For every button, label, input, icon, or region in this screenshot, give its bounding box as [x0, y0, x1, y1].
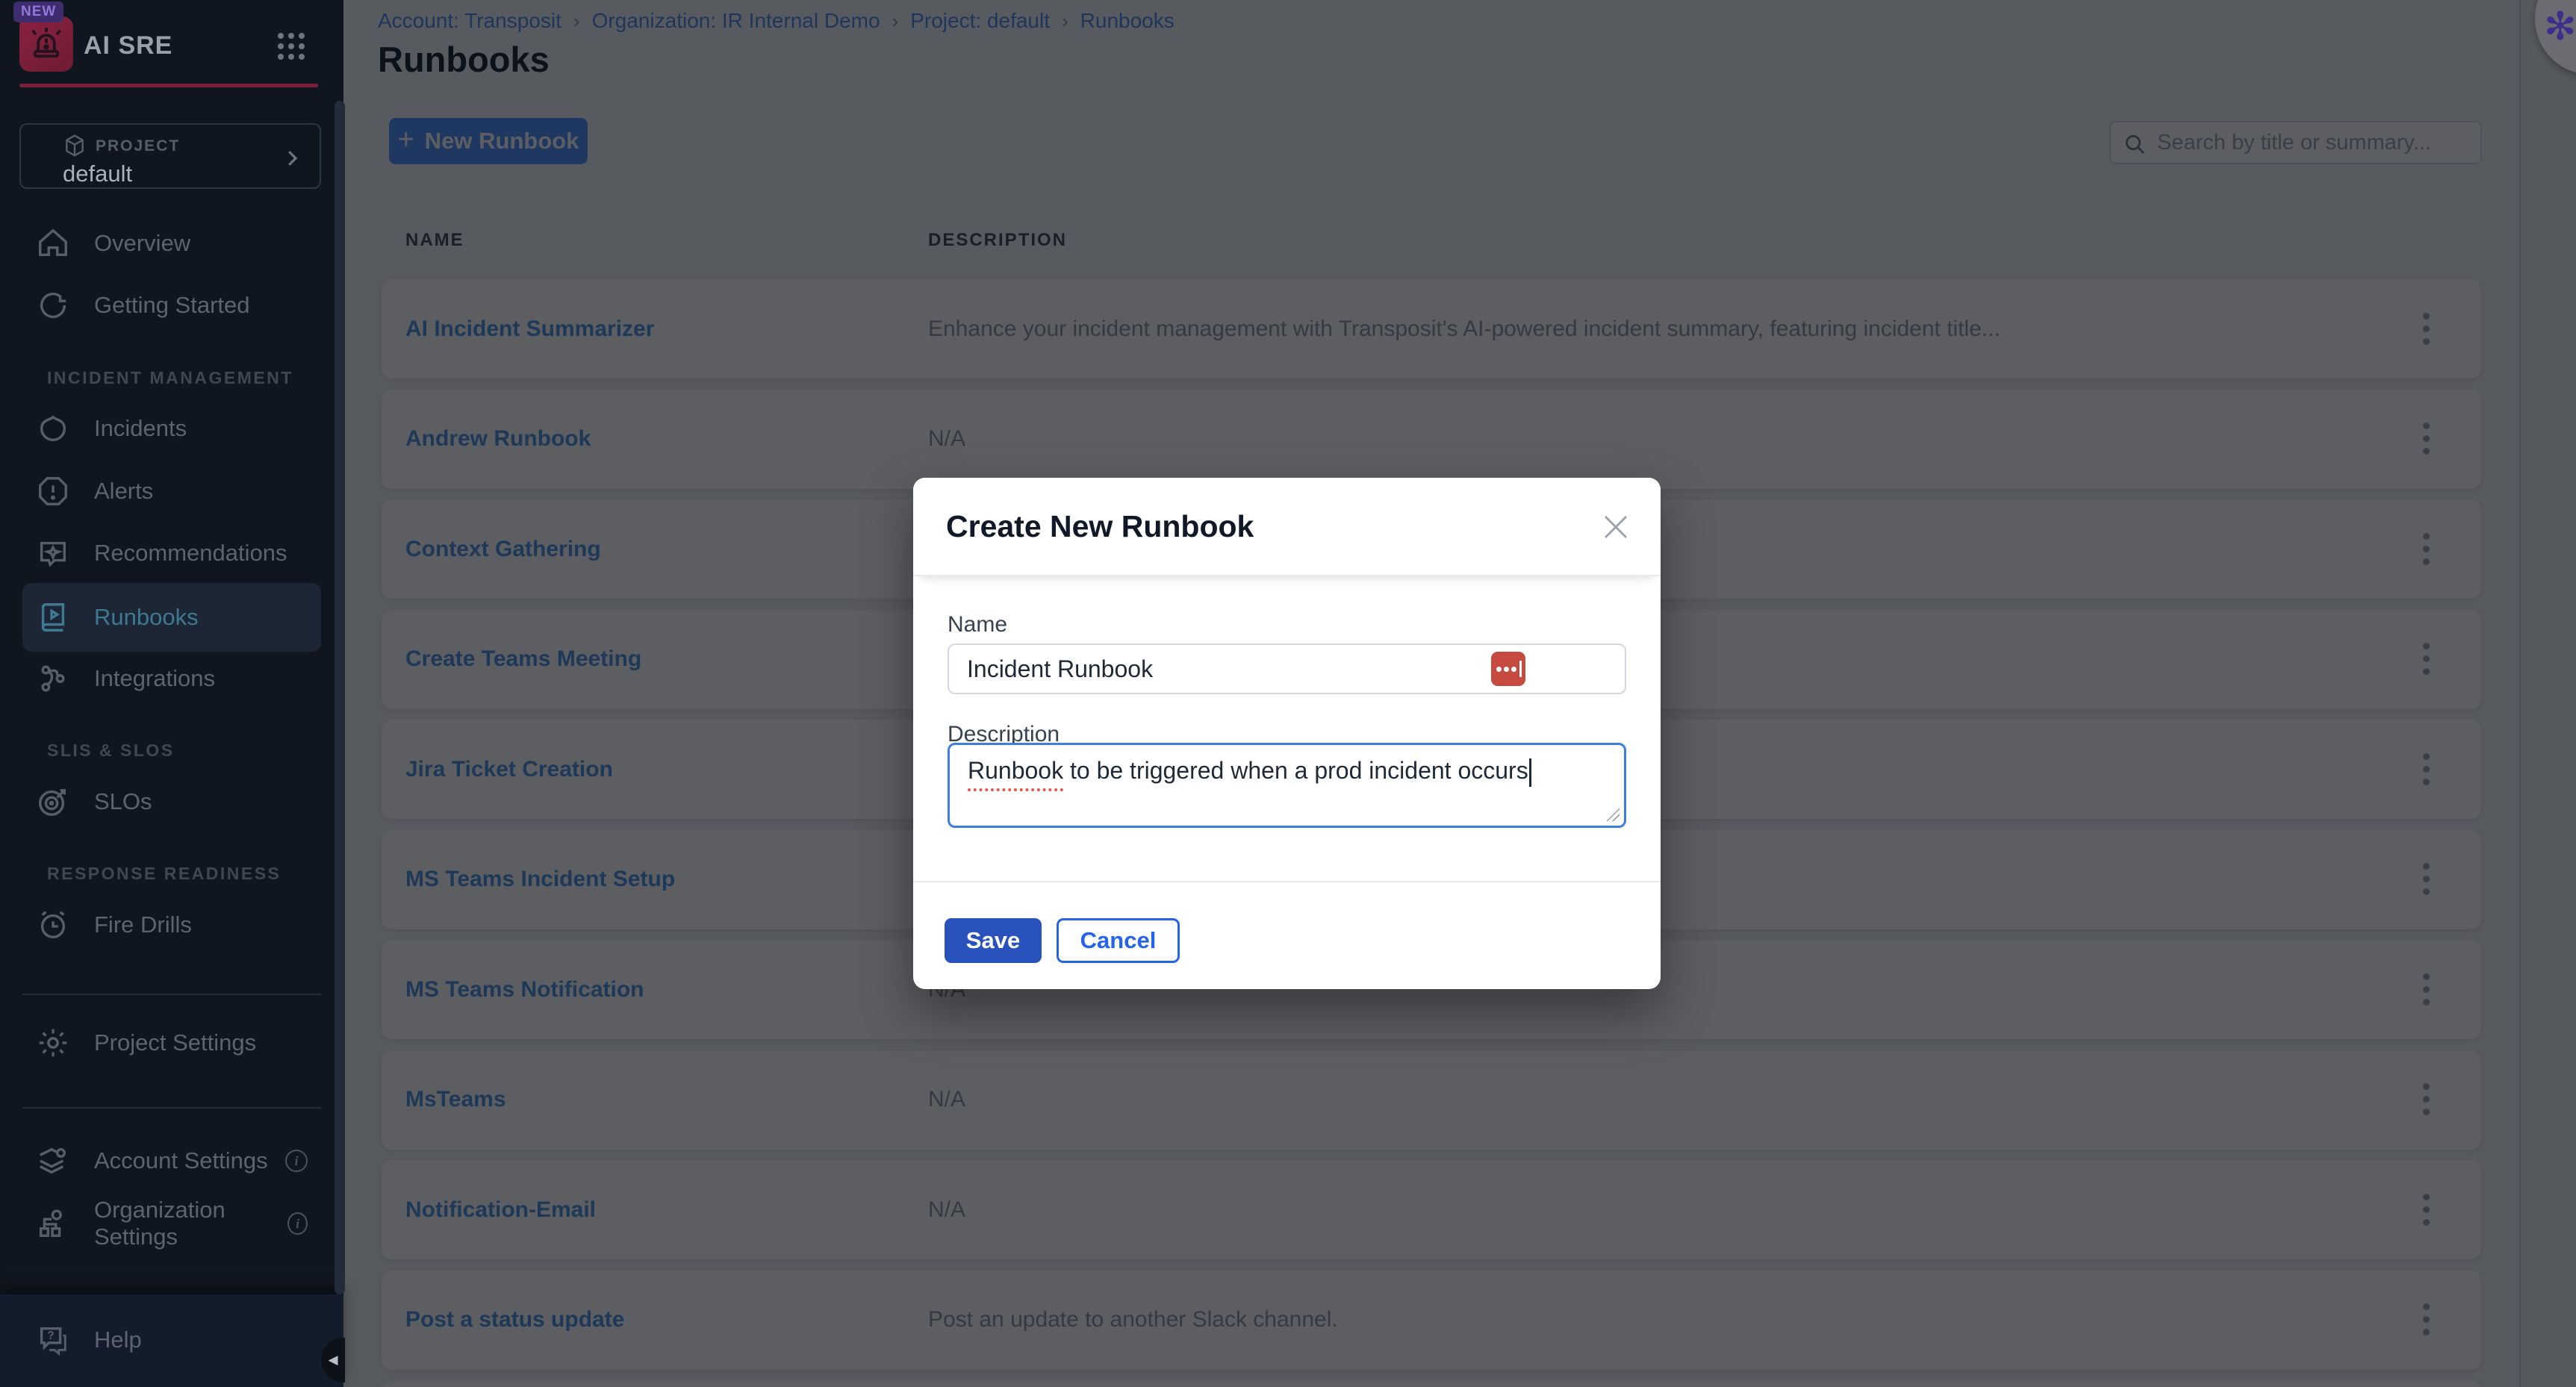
extension-flower-icon: ✻	[2544, 4, 2576, 49]
sidebar-item-project-settings[interactable]: Project Settings	[22, 1017, 321, 1069]
getting-started-icon	[36, 288, 70, 322]
org-gear-icon	[36, 1206, 70, 1241]
sidebar-item-label: Integrations	[94, 665, 215, 692]
modal-header: Create New Runbook	[913, 478, 1661, 576]
brand-divider	[19, 84, 318, 87]
sidebar-item-label: Account Settings	[94, 1147, 268, 1174]
name-label: Name	[948, 612, 1007, 638]
layers-gear-icon	[36, 1144, 70, 1178]
sidebar-item-label: Runbooks	[94, 604, 199, 631]
section-header-slis-slos: SLIS & SLOS	[47, 735, 175, 765]
sidebar-item-overview[interactable]: Overview	[22, 217, 321, 269]
modal-footer: Save Cancel	[913, 881, 1661, 989]
sidebar-item-fire-drills[interactable]: Fire Drills	[22, 899, 321, 951]
apps-grid-icon[interactable]	[275, 30, 308, 63]
integrations-icon	[36, 661, 70, 696]
app-root: NEW AI SRE PROJECT default	[0, 0, 2576, 1387]
create-runbook-modal: Create New Runbook Name Description Runb…	[913, 478, 1661, 989]
section-header-incident-management: INCIDENT MANAGEMENT	[47, 363, 293, 393]
info-icon[interactable]: i	[287, 1212, 308, 1235]
sidebar-item-label: Incidents	[94, 415, 187, 442]
svg-text:?: ?	[47, 1330, 54, 1342]
runbooks-icon	[36, 600, 70, 635]
alarm-clock-icon	[36, 908, 70, 942]
cancel-button[interactable]: Cancel	[1057, 918, 1180, 963]
sidebar-item-getting-started[interactable]: Getting Started	[22, 279, 321, 331]
recommendations-icon	[36, 536, 70, 570]
project-selector[interactable]: PROJECT default	[19, 123, 321, 189]
collapse-arrow-icon: ◀	[328, 1353, 337, 1368]
modal-title: Create New Runbook	[946, 509, 1254, 544]
description-text: Runbook to be triggered when a prod inci…	[968, 757, 1528, 784]
info-icon[interactable]: i	[285, 1150, 308, 1172]
sidebar-item-label: Organization Settings	[94, 1197, 287, 1250]
sidebar-item-incidents[interactable]: Incidents	[22, 402, 321, 455]
sidebar-item-alerts[interactable]: Alerts	[22, 465, 321, 517]
spellcheck-underline	[968, 788, 1063, 791]
home-icon	[36, 226, 70, 261]
brand-title: AI SRE	[84, 31, 172, 60]
cube-icon	[63, 134, 87, 158]
sidebar-item-integrations[interactable]: Integrations	[22, 652, 321, 705]
text-caret	[1529, 758, 1531, 787]
sidebar-item-label: Alerts	[94, 478, 153, 505]
sidebar-item-label: Getting Started	[94, 292, 250, 319]
resize-handle[interactable]	[1606, 808, 1620, 821]
password-manager-autofill-icon[interactable]	[1491, 652, 1525, 686]
help-chat-icon: ?	[36, 1323, 70, 1357]
incidents-icon	[36, 411, 70, 446]
sidebar-scrollbar[interactable]	[335, 101, 345, 1294]
new-badge: NEW	[13, 1, 63, 22]
project-label: PROJECT	[96, 137, 180, 155]
runbook-description-textarea[interactable]: Runbook to be triggered when a prod inci…	[948, 743, 1626, 828]
sidebar-item-help[interactable]: ? Help	[22, 1314, 321, 1366]
chevron-right-icon	[281, 147, 303, 169]
sidebar-item-label: Overview	[94, 230, 190, 257]
sidebar-item-recommendations[interactable]: Recommendations	[22, 527, 321, 579]
sidebar-divider	[22, 994, 322, 995]
sidebar-item-label: Help	[94, 1327, 142, 1353]
sidebar-item-label: Recommendations	[94, 540, 287, 567]
sidebar-divider	[22, 1107, 322, 1109]
sidebar-item-label: SLOs	[94, 788, 152, 815]
sidebar-item-runbooks[interactable]: Runbooks	[22, 583, 321, 652]
sidebar-item-organization-settings[interactable]: Organization Settings i	[22, 1197, 321, 1250]
sidebar-item-label: Fire Drills	[94, 911, 192, 938]
gear-icon	[36, 1026, 70, 1060]
sidebar-item-account-settings[interactable]: Account Settings i	[22, 1135, 321, 1187]
sidebar: NEW AI SRE PROJECT default	[0, 0, 343, 1387]
section-header-response-readiness: RESPONSE READINESS	[47, 858, 281, 888]
alerts-icon	[36, 474, 70, 508]
target-icon	[36, 785, 70, 819]
project-value: default	[63, 160, 132, 187]
siren-logo-icon	[27, 24, 66, 63]
save-button[interactable]: Save	[945, 918, 1042, 963]
app-logo[interactable]	[19, 16, 73, 72]
sidebar-item-label: Project Settings	[94, 1029, 256, 1056]
close-icon[interactable]	[1598, 509, 1634, 545]
sidebar-item-slos[interactable]: SLOs	[22, 776, 321, 828]
